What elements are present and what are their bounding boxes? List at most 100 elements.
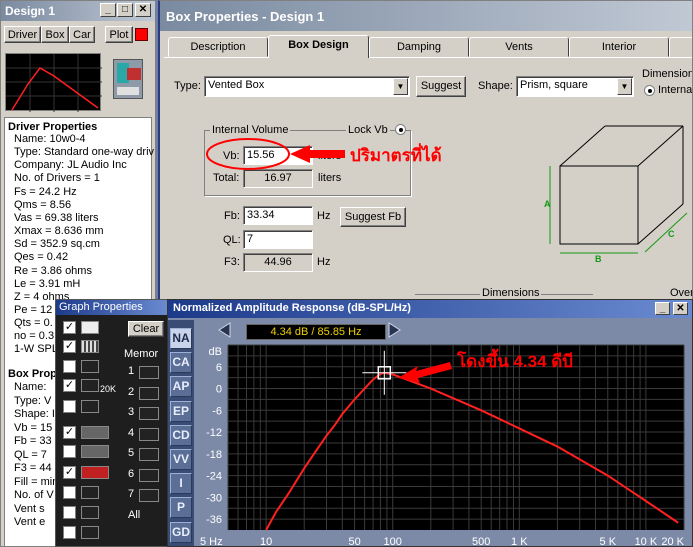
readout-right-arrow[interactable] <box>386 322 402 338</box>
suggest-fb-button[interactable]: Suggest Fb <box>340 207 406 227</box>
side-tab-strip: NA CA AP EP CD VV I P GD <box>168 320 194 546</box>
tab-box-design[interactable]: Box Design <box>268 35 369 58</box>
clear-button[interactable]: Clear <box>128 321 164 337</box>
close-button[interactable]: ✕ <box>135 3 151 17</box>
fb-field[interactable]: 33.34 <box>243 206 313 225</box>
x-tick-label: 500 <box>472 536 490 547</box>
box-properties-titlebar[interactable]: Box Properties - Design 1 <box>160 1 692 31</box>
graph-option-checkbox[interactable] <box>63 360 76 373</box>
lock-vb-radio[interactable] <box>395 124 406 135</box>
graph-properties-titlebar[interactable]: Graph Properties <box>56 300 167 315</box>
memory-slot-label: 1 <box>128 365 135 377</box>
y-tick-label: -12 <box>206 427 222 439</box>
chevron-down-icon[interactable]: ▼ <box>617 78 632 95</box>
dimensions-bottom-label: Dimensions <box>480 287 542 299</box>
graph-option-checkbox[interactable] <box>63 445 76 458</box>
y-tick-label: 0 <box>216 384 222 396</box>
vb-label: Vb: <box>223 150 240 162</box>
graph-option-checkbox[interactable]: ✓ <box>63 426 76 439</box>
graph-option-checkbox[interactable]: ✓ <box>63 466 76 479</box>
tab-damping[interactable]: Damping <box>369 37 469 57</box>
readout-left-arrow[interactable] <box>217 322 233 338</box>
graph-option-checkbox[interactable] <box>63 526 76 539</box>
tab-overflow[interactable] <box>669 37 692 57</box>
tab-description[interactable]: Description <box>168 37 268 57</box>
driver-property-line: Le = 3.91 mH <box>14 277 81 290</box>
ql-field[interactable]: 7 <box>243 230 313 249</box>
y-tick-label: -36 <box>206 514 222 526</box>
side-tab-ca[interactable]: CA <box>170 352 192 374</box>
driver-property-line: Type: Standard one-way driv <box>14 146 155 159</box>
driver-button[interactable]: Driver <box>4 26 41 43</box>
box-property-line: QL = 7 <box>14 448 47 461</box>
driver-icon[interactable] <box>113 59 143 99</box>
y-tick-label: -6 <box>212 405 222 417</box>
box-property-line: Name: <box>14 381 47 393</box>
suggest-button[interactable]: Suggest <box>416 76 466 97</box>
total-label: Total: <box>213 172 240 184</box>
minimize-button[interactable]: _ <box>100 3 116 17</box>
car-button[interactable]: Car <box>69 26 95 43</box>
side-tab-ap[interactable]: AP <box>170 376 192 398</box>
graph-option-icon <box>81 426 109 439</box>
type-label: Type: <box>174 80 201 92</box>
memory-slot-button[interactable] <box>139 366 159 379</box>
side-tab-ep[interactable]: EP <box>170 400 192 422</box>
fb-unit: Hz <box>317 210 331 222</box>
fb-label: Fb: <box>224 210 240 222</box>
side-tab-vv[interactable]: VV <box>170 449 192 470</box>
amplitude-titlebar[interactable]: Normalized Amplitude Response (dB-SPL/Hz… <box>168 300 692 318</box>
memory-slot-button[interactable] <box>139 407 159 420</box>
close-button[interactable]: ✕ <box>673 302 688 315</box>
memory-slot-button[interactable] <box>139 386 159 400</box>
graph-option-icon <box>81 340 99 353</box>
plot-button[interactable]: Plot <box>105 26 133 43</box>
side-tab-p[interactable]: P <box>170 497 192 519</box>
mini-plot-preview[interactable] <box>5 53 102 112</box>
chevron-down-icon[interactable]: ▼ <box>393 78 408 95</box>
design-window-titlebar[interactable]: Design 1 _ □ ✕ <box>1 1 155 21</box>
maximize-button[interactable]: □ <box>117 3 133 17</box>
plot-color-swatch[interactable] <box>135 28 148 41</box>
memory-slot-label: 2 <box>128 385 135 398</box>
graph-option-checkbox[interactable] <box>63 400 76 413</box>
y-tick-label: 6 <box>216 362 222 374</box>
memory-slot-button[interactable] <box>139 489 159 502</box>
side-tab-i[interactable]: I <box>170 473 192 495</box>
box-button[interactable]: Box <box>41 26 69 43</box>
ql-label: QL: <box>223 234 241 246</box>
driver-property-line: Name: 10w0-4 <box>14 133 86 145</box>
graph-option-icon <box>81 486 99 499</box>
box-property-line: F3 = 44 <box>14 462 52 474</box>
x-tick-label: 5 K <box>600 536 617 547</box>
total-unit: liters <box>318 172 342 184</box>
x-tick-label: 20 K <box>661 536 684 547</box>
graph-option-checkbox[interactable] <box>63 486 76 499</box>
graph-option-checkbox[interactable]: ✓ <box>63 340 76 353</box>
type-select[interactable]: Vented Box ▼ <box>204 76 410 97</box>
shape-select[interactable]: Prism, square ▼ <box>516 76 634 97</box>
side-tab-cd[interactable]: CD <box>170 424 192 446</box>
y-tick-label: -18 <box>206 449 222 461</box>
internal-radio[interactable] <box>644 85 655 96</box>
memory-slot-button[interactable] <box>139 468 159 482</box>
amplitude-chart[interactable]: 6 0 -6 -12 -18 -24 -30 -36 dB 5 Hz 10 50 100 500 1 K 5 … <box>194 343 693 547</box>
graph-option-checkbox[interactable]: ✓ <box>63 321 76 334</box>
type-select-value: Vented Box <box>208 79 265 91</box>
graph-option-checkbox[interactable] <box>63 506 76 519</box>
memory-slot-button[interactable] <box>139 427 159 441</box>
design-window-title: Design 1 <box>5 4 56 18</box>
tab-interior[interactable]: Interior <box>569 37 669 57</box>
side-tab-gd[interactable]: GD <box>170 521 192 543</box>
box-properties-heading: Box Prop <box>8 368 57 380</box>
tab-vents[interactable]: Vents <box>469 37 569 57</box>
graph-option-icon <box>81 466 109 479</box>
box-property-line: Vent e <box>14 516 46 528</box>
memory-slot-button[interactable] <box>139 448 159 461</box>
graph-option-checkbox[interactable]: ✓ <box>63 379 76 392</box>
total-field: 16.97 <box>243 169 313 188</box>
minimize-button[interactable]: _ <box>655 302 670 315</box>
vb-field[interactable]: 15.56 <box>243 146 313 165</box>
driver-property-line: Vas = 69.38 liters <box>14 211 99 224</box>
side-tab-na[interactable]: NA <box>170 328 192 349</box>
